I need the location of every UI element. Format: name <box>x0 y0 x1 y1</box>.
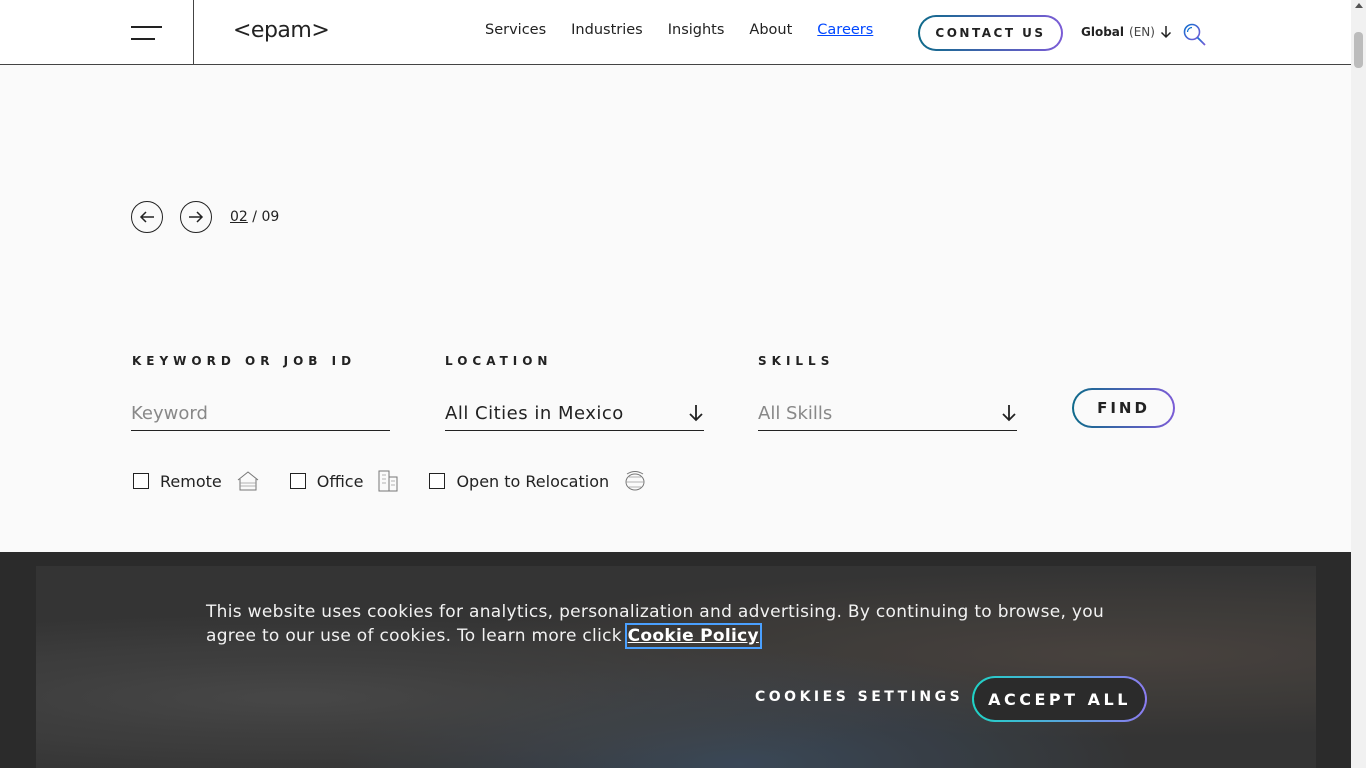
globe-icon <box>625 471 645 491</box>
remote-checkbox[interactable]: Remote <box>133 470 260 492</box>
checkbox-box[interactable] <box>289 473 306 489</box>
region-selector[interactable]: Global (EN) <box>1081 25 1172 39</box>
skills-select[interactable]: All Skills <box>758 396 1017 431</box>
keyword-field <box>131 396 390 431</box>
office-checkbox[interactable]: Office <box>289 469 400 493</box>
skills-placeholder: All Skills <box>758 402 833 424</box>
carousel-next-button[interactable] <box>180 201 212 233</box>
remote-label: Remote <box>160 471 222 491</box>
checkbox-box[interactable] <box>429 473 446 489</box>
location-value: All Cities in Mexico <box>445 402 624 424</box>
carousel-counter: 02 / 09 <box>230 209 279 225</box>
skills-label: SKILLS <box>758 354 835 368</box>
location-label: LOCATION <box>445 354 553 368</box>
nav-careers[interactable]: Careers <box>817 22 873 38</box>
nav-industries[interactable]: Industries <box>571 22 643 38</box>
cookie-policy-link[interactable]: Cookie Policy <box>624 623 762 649</box>
contact-us-button[interactable]: CONTACT US <box>918 15 1063 51</box>
relocation-label: Open to Relocation <box>456 471 610 491</box>
carousel-total: 09 <box>261 209 280 225</box>
cookie-banner: This website uses cookies for analytics,… <box>0 552 1351 768</box>
scrollbar-thumb[interactable] <box>1354 32 1363 68</box>
page-scrollbar[interactable] <box>1351 0 1366 768</box>
scroll-up-arrow-icon[interactable] <box>1355 3 1363 8</box>
building-icon <box>378 470 398 492</box>
site-header: <epam> Services Industries Insights Abou… <box>0 0 1351 65</box>
arrow-down-icon <box>1160 26 1171 39</box>
cookies-settings-button[interactable]: COOKIES SETTINGS <box>755 689 963 705</box>
nav-about[interactable]: About <box>749 22 792 38</box>
location-select[interactable]: All Cities in Mexico <box>445 396 704 431</box>
arrow-right-icon <box>189 211 204 223</box>
chevron-down-icon <box>689 405 703 422</box>
region-label: Global <box>1081 25 1125 39</box>
nav-services[interactable]: Services <box>485 22 546 38</box>
epam-logo[interactable]: <epam> <box>233 18 330 43</box>
header-divider <box>193 0 194 65</box>
relocation-checkbox[interactable]: Open to Relocation <box>429 470 647 492</box>
arrow-left-icon <box>139 211 154 223</box>
filter-checkboxes: Remote Office Open to Relocation <box>133 469 677 493</box>
keyword-label: KEYWORD OR JOB ID <box>132 354 357 368</box>
nav-insights[interactable]: Insights <box>668 22 725 38</box>
find-button[interactable]: FIND <box>1072 388 1175 428</box>
region-lang: (EN) <box>1129 25 1155 39</box>
keyword-input[interactable] <box>131 402 390 424</box>
menu-icon[interactable] <box>131 25 163 41</box>
carousel-controls: 02 / 09 <box>131 201 279 233</box>
checkbox-box[interactable] <box>133 473 149 489</box>
cookie-message: This website uses cookies for analytics,… <box>206 600 1156 649</box>
home-icon <box>237 471 259 491</box>
chevron-down-icon <box>1002 405 1016 422</box>
carousel-separator: / <box>252 209 257 225</box>
accept-all-button[interactable]: ACCEPT ALL <box>972 676 1147 722</box>
main-nav: Services Industries Insights About Caree… <box>485 22 898 38</box>
banner-background-image <box>36 566 1316 768</box>
search-icon[interactable] <box>1182 22 1208 48</box>
carousel-current: 02 <box>230 209 248 225</box>
office-label: Office <box>316 471 364 491</box>
carousel-prev-button[interactable] <box>131 201 163 233</box>
